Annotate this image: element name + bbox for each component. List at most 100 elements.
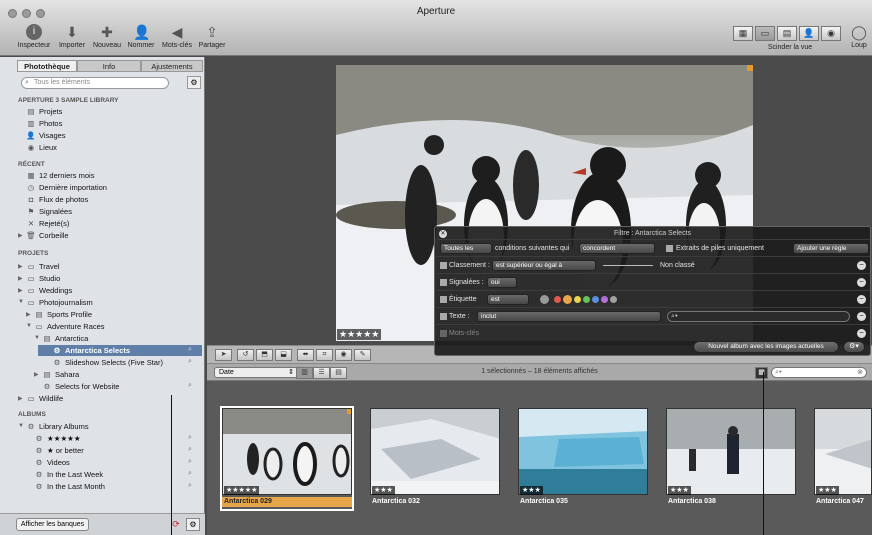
disclosure-triangle-icon[interactable]: ▶ — [34, 371, 39, 378]
filter-hud-button[interactable]: ▦ — [755, 367, 768, 379]
filter-hud-icon[interactable]: ⌕ — [188, 446, 192, 454]
rule-checkbox[interactable] — [440, 262, 447, 269]
sidebar-item-selects-for-website[interactable]: ⚙ Selects for Website — [42, 381, 120, 392]
thumbnail[interactable]: ★★★★★ Antarctica 029 — [220, 406, 354, 511]
tab-library[interactable]: Photothèque — [17, 60, 77, 72]
rule-checkbox[interactable] — [440, 279, 447, 286]
new-button[interactable]: ✚ Nouveau — [91, 24, 123, 49]
brush-tool-button[interactable]: ✎ — [354, 349, 371, 361]
label-yellow-swatch[interactable] — [574, 296, 581, 303]
label-none-swatch[interactable] — [540, 295, 549, 304]
rotate-tool-button[interactable]: ↺ — [237, 349, 254, 361]
straighten-tool-button[interactable]: ⬌ — [297, 349, 314, 361]
sidebar-item-studio[interactable]: ▭ Studio — [26, 273, 60, 284]
disclosure-triangle-open-icon[interactable]: ▼ — [34, 335, 40, 341]
filter-hud-icon[interactable]: ⌕ — [188, 382, 192, 390]
sidebar-item-trash[interactable]: 🗑 Corbeille — [26, 230, 68, 241]
sidebar-item-photojournalism[interactable]: ▭ Photojournalism — [26, 297, 92, 308]
sidebar-item-last-import[interactable]: ◷ Dernière importation — [26, 182, 107, 193]
label-green-swatch[interactable] — [583, 296, 590, 303]
filter-hud-icon[interactable]: ⌕ — [188, 434, 192, 442]
label-red-swatch[interactable] — [554, 296, 561, 303]
filter-hud-icon[interactable]: ⌕ — [188, 358, 192, 366]
disclosure-triangle-icon[interactable]: ▶ — [18, 287, 23, 294]
browser-view-button[interactable]: ▦ — [733, 26, 753, 41]
disclosure-triangle-icon[interactable]: ▶ — [18, 232, 23, 239]
sidebar-item-one-star-or-better[interactable]: ⚙ ★ or better — [34, 445, 84, 456]
sidebar-item-weddings[interactable]: ▭ Weddings — [26, 285, 72, 296]
sidebar-item-antarctica-selects[interactable]: ⚙ Antarctica Selects — [52, 345, 130, 356]
disclosure-triangle-icon[interactable]: ▶ — [18, 275, 23, 282]
sidebar-item-library-albums[interactable]: ⚙ Library Albums — [26, 421, 89, 432]
selection-tool-button[interactable]: ➤ — [215, 349, 232, 361]
inspector-button[interactable]: i Inspecteur — [14, 24, 54, 49]
label-operator-popup[interactable]: est — [487, 294, 529, 305]
match-mode-popup[interactable]: concordent — [579, 243, 655, 254]
sidebar-item-photos[interactable]: ▥ Photos — [26, 118, 62, 129]
disclosure-triangle-open-icon[interactable]: ▼ — [26, 323, 32, 329]
tab-info[interactable]: Info — [77, 60, 141, 72]
sidebar-item-projects[interactable]: ▤ Projets — [26, 106, 62, 117]
sidebar-item-flagged[interactable]: ⚑ Signalées — [26, 206, 72, 217]
sidebar-action-button[interactable]: ⚙ — [187, 76, 201, 89]
import-button[interactable]: ⬇ Importer — [55, 24, 89, 49]
sidebar-item-rejected[interactable]: ✕ Rejeté(s) — [26, 218, 70, 229]
sidebar-item-slideshow-selects[interactable]: ⚙ Slideshow Selects (Five Star) — [52, 357, 163, 368]
tab-adjustments[interactable]: Ajustements — [141, 60, 203, 72]
sidebar-item-sahara[interactable]: ▤ Sahara — [42, 369, 79, 380]
sidebar-item-last-week[interactable]: ⚙ In the Last Week — [34, 469, 104, 480]
filter-hud-icon[interactable]: ⌕ — [188, 470, 192, 478]
sidebar-item-five-stars[interactable]: ⚙ ★★★★★ — [34, 433, 81, 444]
rating-slider[interactable] — [603, 265, 653, 266]
rating-operator-popup[interactable]: est supérieur ou égal à — [492, 260, 596, 271]
sidebar-item-videos[interactable]: ⚙ Videos — [34, 457, 70, 468]
filter-hud-icon[interactable]: ⌕ — [188, 482, 192, 490]
thumbnail[interactable]: ★★★ Antarctica 038 — [666, 408, 796, 509]
remove-rule-button[interactable]: − — [857, 278, 866, 287]
sidebar-item-last-month[interactable]: ⚙ In the Last Month — [34, 481, 105, 492]
library-search-input[interactable]: Tous les éléments — [21, 77, 169, 89]
disclosure-triangle-open-icon[interactable]: ▼ — [18, 423, 24, 429]
places-view-button[interactable]: ◉ — [821, 26, 841, 41]
disclosure-triangle-icon[interactable]: ▶ — [18, 263, 23, 270]
split-view-button[interactable]: ▭ — [755, 26, 775, 41]
rule-checkbox[interactable] — [440, 313, 447, 320]
new-album-button[interactable]: Nouvel album avec les images actuelles — [693, 341, 839, 353]
stacks-only-checkbox[interactable] — [666, 245, 673, 252]
rule-checkbox[interactable] — [440, 330, 447, 337]
label-gray-swatch[interactable] — [610, 296, 617, 303]
disclosure-triangle-icon[interactable]: ▶ — [18, 395, 23, 402]
thumbnail[interactable]: ★★★ Antarctica 032 — [370, 408, 500, 509]
sidebar-item-last-12-months[interactable]: ▦ 12 derniers mois — [26, 170, 94, 181]
label-orange-swatch[interactable] — [563, 295, 572, 304]
thumbnail[interactable]: ★★★ Antarctica 047 — [814, 408, 872, 509]
remove-rule-button[interactable]: − — [857, 329, 866, 338]
name-faces-button[interactable]: 👤 Nommer — [125, 24, 157, 49]
remove-rule-button[interactable]: − — [857, 295, 866, 304]
hud-action-button[interactable]: ⚙▾ — [843, 341, 865, 353]
match-scope-popup[interactable]: Toutes les — [440, 243, 492, 254]
sidebar-item-antarctica[interactable]: ▤ Antarctica — [42, 333, 88, 344]
stamp-tool-button[interactable]: ⬓ — [275, 349, 292, 361]
text-operator-popup[interactable]: inclut — [477, 311, 661, 322]
disclosure-triangle-open-icon[interactable]: ▼ — [18, 299, 24, 305]
sidebar-item-sports-profile[interactable]: ▤ Sports Profile — [34, 309, 92, 320]
clear-search-icon[interactable]: ⊗ — [857, 368, 863, 377]
remove-rule-button[interactable]: − — [857, 312, 866, 321]
sidebar-item-photo-stream[interactable]: ◘ Flux de photos — [26, 194, 88, 205]
browser-search-input[interactable]: ⌕▾ ⊗ — [771, 367, 867, 378]
label-blue-swatch[interactable] — [592, 296, 599, 303]
rule-checkbox[interactable] — [440, 296, 447, 303]
sidebar-item-faces[interactable]: 👤 Visages — [26, 130, 65, 141]
loupe-button[interactable]: ◯ Loup — [846, 24, 872, 49]
crop-tool-button[interactable]: ⌗ — [316, 349, 333, 361]
text-search-input[interactable]: ⌕▾ — [667, 311, 850, 322]
remove-rule-button[interactable]: − — [857, 261, 866, 270]
viewer-button[interactable]: ▤ — [777, 26, 797, 41]
lift-tool-button[interactable]: ⬒ — [256, 349, 273, 361]
add-rule-popup[interactable]: Ajouter une règle — [793, 243, 869, 254]
thumbnail[interactable]: ★★★ Antarctica 035 — [518, 408, 648, 509]
share-button[interactable]: ⇪ Partager — [196, 24, 228, 49]
faces-view-button[interactable]: 👤 — [799, 26, 819, 41]
sidebar-item-places[interactable]: ◉ Lieux — [26, 142, 57, 153]
